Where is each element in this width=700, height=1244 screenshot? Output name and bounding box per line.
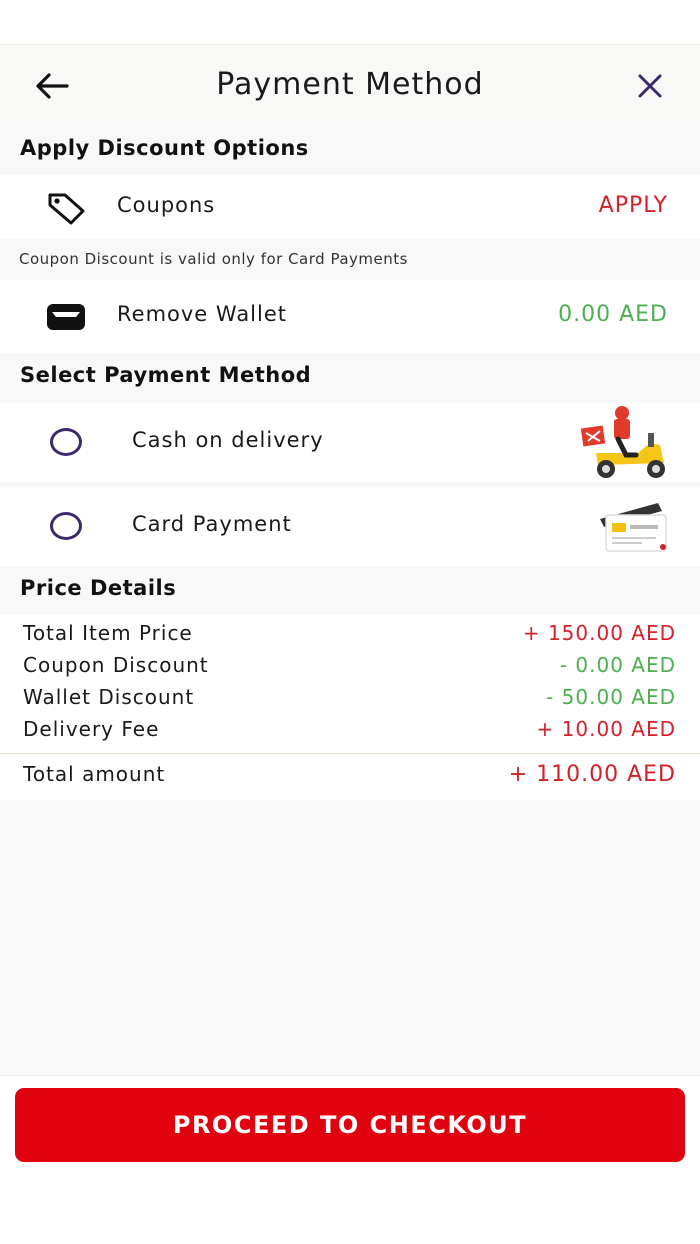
close-button[interactable] <box>630 67 670 105</box>
total-value: + 110.00 AED <box>508 762 676 787</box>
wallet-row[interactable]: Remove Wallet 0.00 AED <box>0 280 700 353</box>
discount-heading: Apply Discount Options <box>20 136 309 160</box>
wallet-icon <box>47 304 85 330</box>
price-row-wallet-discount: Wallet Discount - 50.00 AED <box>23 685 676 715</box>
cash-label: Cash on delivery <box>132 428 324 452</box>
price-label: Wallet Discount <box>23 685 195 709</box>
wallet-amount: 0.00 AED <box>558 302 668 327</box>
price-row-coupon-discount: Coupon Discount - 0.00 AED <box>23 653 676 683</box>
remove-wallet-label: Remove Wallet <box>117 302 288 326</box>
payment-option-cash[interactable]: Cash on delivery <box>0 403 700 482</box>
total-label: Total amount <box>23 762 166 786</box>
coupons-row[interactable]: Coupons APPLY <box>0 175 700 239</box>
price-value: - 0.00 AED <box>559 653 676 677</box>
price-row-item-total: Total Item Price + 150.00 AED <box>23 621 676 651</box>
coupons-label: Coupons <box>117 193 216 217</box>
coupon-note: Coupon Discount is valid only for Card P… <box>19 250 408 268</box>
apply-coupon-button[interactable]: APPLY <box>599 193 668 218</box>
price-details-heading: Price Details <box>20 576 177 600</box>
payment-option-card[interactable]: Card Payment <box>0 487 700 566</box>
status-bar <box>0 0 700 45</box>
price-value: + 10.00 AED <box>536 717 676 741</box>
card-radio[interactable] <box>50 512 82 540</box>
bottom-bar: PROCEED TO CHECKOUT <box>0 1075 700 1244</box>
price-label: Total Item Price <box>23 621 193 645</box>
price-value: - 50.00 AED <box>546 685 676 709</box>
close-icon <box>638 74 662 98</box>
proceed-to-checkout-button[interactable]: PROCEED TO CHECKOUT <box>15 1088 685 1162</box>
credit-card-icon <box>600 503 667 552</box>
total-divider <box>0 753 700 754</box>
card-label: Card Payment <box>132 512 292 536</box>
header: Payment Method <box>0 45 700 127</box>
price-row-total: Total amount + 110.00 AED <box>23 762 676 796</box>
cash-radio[interactable] <box>50 428 82 456</box>
price-value: + 150.00 AED <box>522 621 676 645</box>
price-details-panel: Total Item Price + 150.00 AED Coupon Dis… <box>0 614 700 800</box>
payment-heading: Select Payment Method <box>20 363 312 387</box>
price-label: Coupon Discount <box>23 653 209 677</box>
delivery-scooter-icon <box>580 406 665 478</box>
tag-icon <box>48 193 85 225</box>
price-row-delivery-fee: Delivery Fee + 10.00 AED <box>23 717 676 747</box>
page-title: Payment Method <box>216 67 484 102</box>
price-label: Delivery Fee <box>23 717 160 741</box>
